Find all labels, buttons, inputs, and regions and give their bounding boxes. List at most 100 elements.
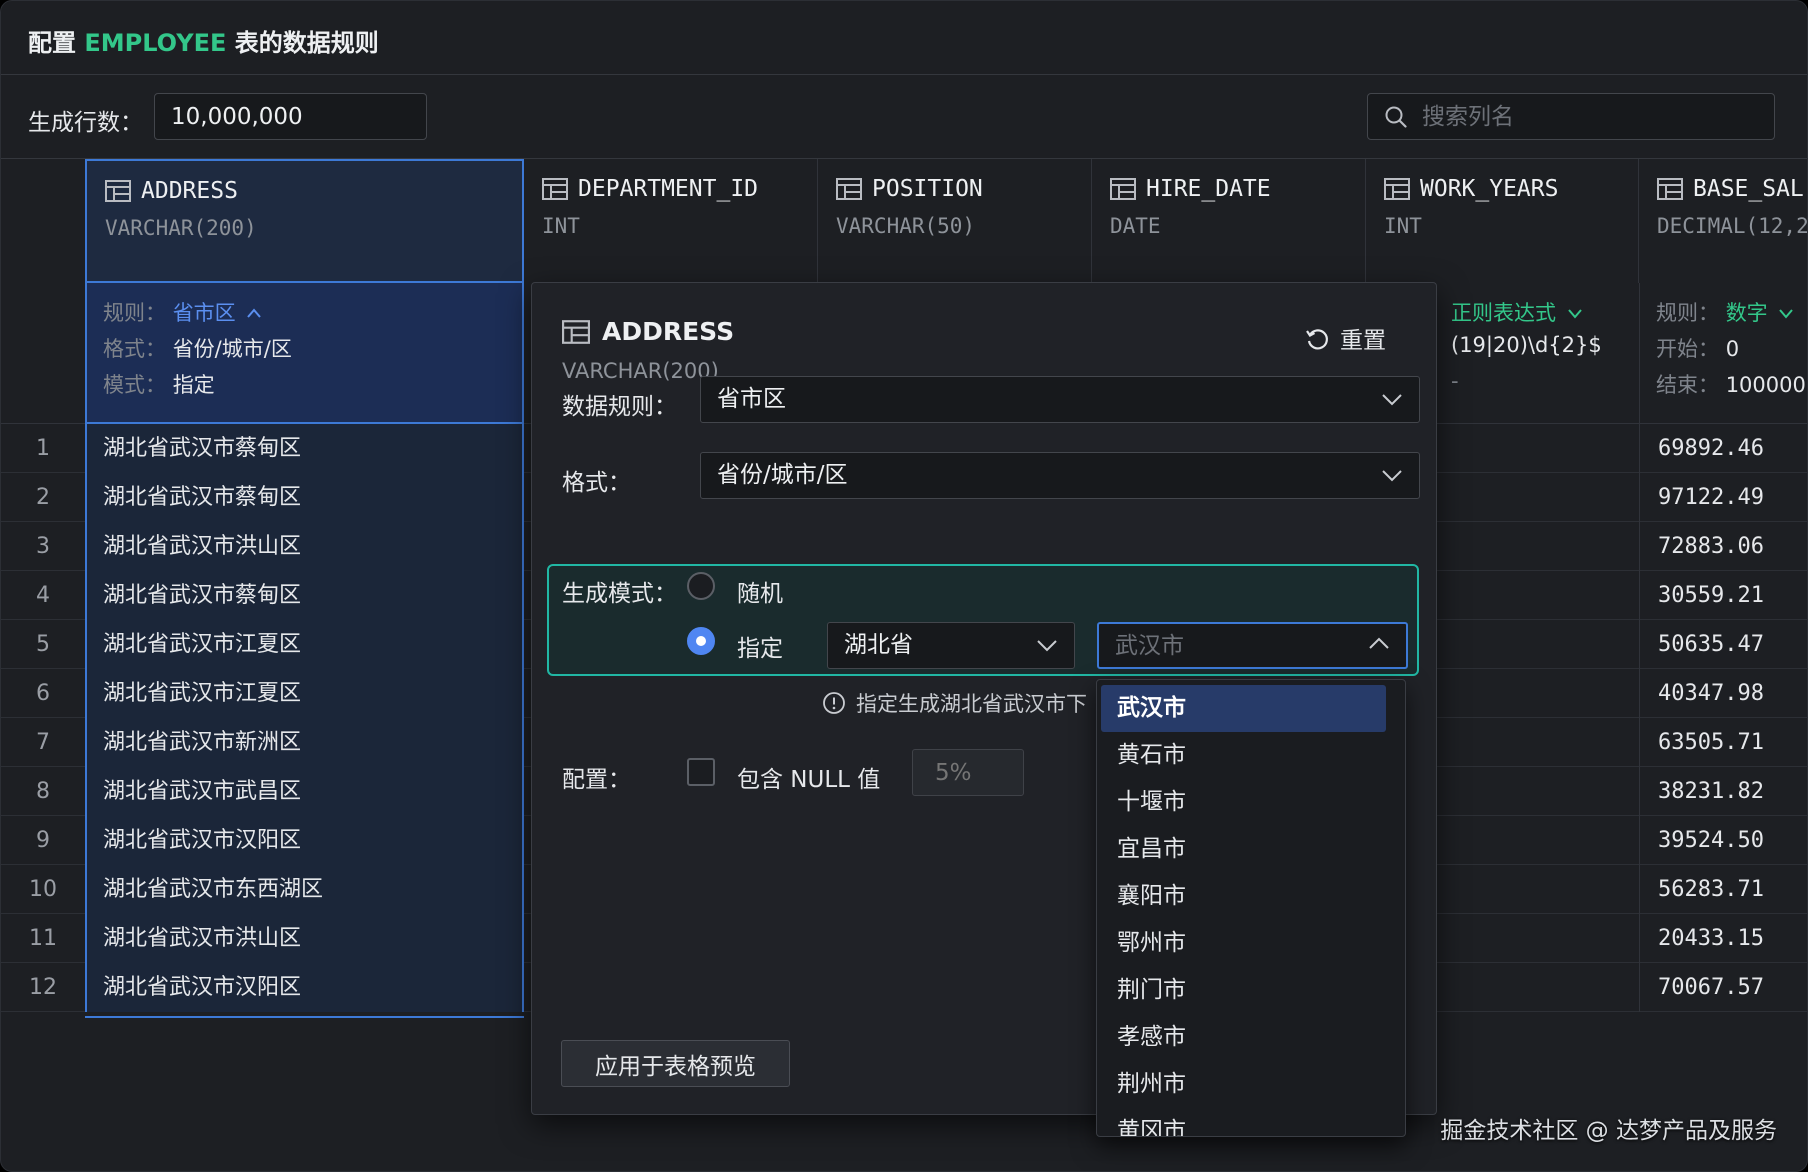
table-column-icon [105, 180, 131, 202]
row-number: 12 [29, 975, 57, 1000]
address-cell: 湖北省武汉市武昌区 [85, 767, 524, 816]
include-null-checkbox[interactable] [687, 758, 715, 786]
format-value: 省份/城市/区 [172, 337, 292, 361]
apply-preview-button[interactable]: 应用于表格预览 [561, 1040, 790, 1087]
salary-cell: 39524.50 [1639, 816, 1807, 865]
salary-cell: 30559.21 [1639, 571, 1807, 620]
data-rule-select[interactable]: 省市区 [700, 376, 1420, 423]
format-label: 格式： [562, 470, 631, 496]
rule-summary-address[interactable]: 规则： 省市区 格式： 省份/城市/区 模式： 指定 [85, 283, 524, 424]
selection-border [85, 1016, 524, 1018]
chevron-down-icon [1382, 470, 1402, 482]
salary-cell: 63505.71 [1639, 718, 1807, 767]
column-name: DEPARTMENT_ID [578, 176, 759, 202]
province-select[interactable]: 湖北省 [827, 622, 1075, 669]
table-column-icon [1384, 178, 1410, 200]
search-icon [1385, 106, 1407, 128]
title-suffix: 表的数据规则 [226, 29, 379, 57]
search-box[interactable] [1367, 93, 1775, 140]
mode-random-radio[interactable] [687, 572, 715, 600]
province-value: 湖北省 [844, 632, 913, 658]
end-value: 100000 [1725, 373, 1806, 397]
column-header-hire-date[interactable]: HIRE_DATE DATE [1092, 159, 1366, 283]
column-header-position[interactable]: POSITION VARCHAR(50) [818, 159, 1092, 283]
rule-value: 省市区 [172, 301, 236, 325]
city-option[interactable]: 荆州市 [1101, 1061, 1386, 1108]
mode-specified-label[interactable]: 指定 [737, 629, 783, 663]
watermark: 掘金技术社区 @ 达梦产品及服务 [1440, 1118, 1777, 1144]
start-value: 0 [1725, 337, 1740, 361]
column-name: BASE_SAL [1693, 176, 1804, 202]
city-option[interactable]: 武汉市 [1101, 685, 1386, 732]
table-column-icon [1110, 178, 1136, 200]
address-cell: 湖北省武汉市东西湖区 [85, 865, 524, 914]
mode-random-label[interactable]: 随机 [737, 574, 783, 608]
title-bar: 配置 EMPLOYEE 表的数据规则 [1, 1, 1807, 75]
column-header-work-years[interactable]: WORK_YEARS INT [1366, 159, 1639, 283]
row-number: 5 [36, 632, 50, 657]
mode-value: 指定 [172, 373, 215, 397]
rows-count-label: 生成行数： [28, 110, 143, 136]
column-header-department-id[interactable]: DEPARTMENT_ID INT [524, 159, 818, 283]
rule-summary-base-salary[interactable]: 规则： 数字 开始： 0 结束： 100000 [1639, 283, 1807, 424]
column-name: WORK_YEARS [1420, 176, 1559, 202]
data-rule-label: 数据规则： [562, 394, 677, 420]
rule-value: 正则表达式 [1451, 301, 1556, 325]
chevron-down-icon [1382, 394, 1402, 406]
row-number: 8 [36, 779, 50, 804]
title-prefix: 配置 [28, 29, 85, 57]
popover-column-type: VARCHAR(200) [562, 359, 719, 383]
reset-label: 重置 [1340, 328, 1386, 354]
chevron-down-icon [1567, 309, 1582, 319]
city-option[interactable]: 十堰市 [1101, 779, 1386, 826]
salary-cell: 40347.98 [1639, 669, 1807, 718]
row-number: 1 [36, 436, 50, 461]
salary-cell: 20433.15 [1639, 914, 1807, 963]
column-header-base-salary[interactable]: BASE_SAL DECIMAL(12,2 [1639, 159, 1808, 283]
salary-cell: 69892.46 [1639, 424, 1807, 473]
format-select[interactable]: 省份/城市/区 [700, 452, 1420, 499]
reset-button[interactable]: 重置 [1304, 321, 1386, 355]
city-option[interactable]: 鄂州市 [1101, 920, 1386, 967]
salary-cell: 97122.49 [1639, 473, 1807, 522]
column-type: DECIMAL(12,2 [1657, 214, 1808, 238]
salary-cell: 50635.47 [1639, 620, 1807, 669]
address-cell: 湖北省武汉市洪山区 [85, 522, 524, 571]
include-null-label[interactable]: 包含 NULL 值 [737, 760, 880, 794]
reset-icon [1306, 329, 1328, 350]
hint-text: 指定生成湖北省武汉市下 [856, 692, 1087, 716]
address-cell: 湖北省武汉市汉阳区 [85, 963, 524, 1012]
rule-summary-work-years[interactable]: 正则表达式 (19|20)\d{2}$ - [1441, 283, 1639, 424]
column-name: POSITION [872, 176, 983, 202]
mode-hint: 指定生成湖北省武汉市下 [822, 688, 1108, 718]
address-cell: 湖北省武汉市洪山区 [85, 914, 524, 963]
city-option[interactable]: 黄石市 [1101, 732, 1386, 779]
table-column-icon [836, 178, 862, 200]
salary-cell: 38231.82 [1639, 767, 1807, 816]
city-dropdown-menu: 武汉市 黄石市 十堰市 宜昌市 襄阳市 鄂州市 荆门市 孝感市 荆州市 黄冈市 [1096, 679, 1406, 1137]
mode-specified-radio[interactable] [687, 627, 715, 655]
column-header-address[interactable]: ADDRESS VARCHAR(200) [85, 159, 524, 283]
search-input[interactable] [1422, 94, 1762, 139]
city-combobox[interactable] [1097, 622, 1408, 669]
null-percentage-input[interactable] [912, 749, 1024, 796]
address-cell: 湖北省武汉市江夏区 [85, 669, 524, 718]
city-input[interactable] [1115, 624, 1355, 667]
city-option[interactable]: 襄阳市 [1101, 873, 1386, 920]
column-type: DATE [1110, 214, 1161, 238]
city-option[interactable]: 荆门市 [1101, 967, 1386, 1014]
chevron-down-icon [1779, 309, 1794, 319]
city-option[interactable]: 孝感市 [1101, 1014, 1386, 1061]
regex-value: (19|20)\d{2}$ [1451, 333, 1602, 357]
page-title: 配置 EMPLOYEE 表的数据规则 [28, 23, 379, 58]
column-name: ADDRESS [141, 178, 238, 204]
city-option[interactable]: 宜昌市 [1101, 826, 1386, 873]
rows-count-input[interactable] [154, 93, 427, 140]
city-option[interactable]: 黄冈市 [1101, 1108, 1386, 1136]
extra-value: - [1451, 369, 1459, 393]
address-cell: 湖北省武汉市蔡甸区 [85, 473, 524, 522]
rule-value: 数字 [1725, 301, 1768, 325]
row-number: 3 [36, 534, 50, 559]
row-number: 2 [36, 485, 50, 510]
row-number: 4 [36, 583, 50, 608]
